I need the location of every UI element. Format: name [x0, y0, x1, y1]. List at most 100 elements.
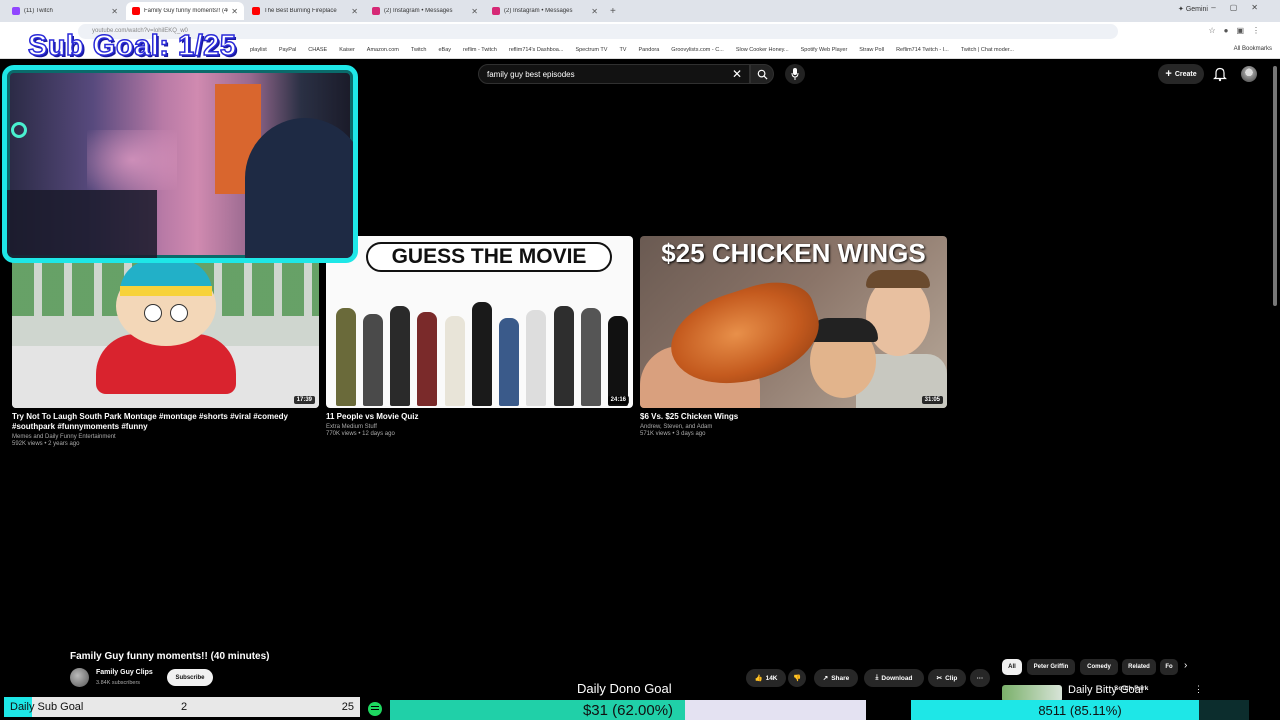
video-thumbnail[interactable]: $25 CHICKEN WINGS 31:05: [640, 236, 947, 408]
close-icon[interactable]: ✕: [471, 7, 478, 16]
clear-search-icon[interactable]: ✕: [732, 67, 742, 81]
browser-tab-twitch[interactable]: (11) Twitch ✕: [6, 2, 124, 20]
search-button[interactable]: [750, 64, 774, 84]
daily-goal-bar: 8511 (85.11%): [911, 700, 1249, 720]
channel-name[interactable]: Memes and Daily Funny Entertainment: [12, 434, 319, 440]
close-icon[interactable]: ✕: [231, 7, 238, 16]
extension-icons[interactable]: ☆●▣⋮: [1208, 26, 1268, 35]
webcam-led-ring: [11, 122, 27, 138]
sub-goal-label: Daily Sub Goal: [10, 701, 84, 713]
sub-goal-target: 25: [341, 701, 354, 713]
dono-goal-value: $31 (62.00%): [582, 702, 674, 719]
video-title[interactable]: Try Not To Laugh South Park Montage #mon…: [12, 412, 312, 432]
browser-tab-instagram[interactable]: (2) Instagram • Messages ✕: [366, 2, 484, 20]
close-icon[interactable]: ✕: [111, 7, 118, 16]
more-actions-button[interactable]: ···: [970, 669, 990, 687]
page-scrollbar[interactable]: [1273, 62, 1278, 702]
webcam-light: [87, 130, 177, 190]
bookmark-item[interactable]: TV: [619, 47, 626, 53]
dislike-button[interactable]: 👎: [788, 669, 806, 687]
clip-button[interactable]: ✂ Clip: [928, 669, 966, 687]
thumbs-up-icon: 👍: [754, 675, 763, 682]
sub-goal-bar: Daily Sub Goal 2 25: [4, 697, 360, 717]
channel-avatar[interactable]: [70, 668, 89, 687]
notifications-bell-icon[interactable]: [1213, 66, 1227, 82]
scrollbar-thumb[interactable]: [1273, 66, 1277, 306]
tab-label: (2) Instagram • Messages: [504, 8, 573, 14]
bookmark-item[interactable]: playlist: [250, 47, 267, 53]
bookmark-item[interactable]: Groovylists.com - C...: [671, 47, 724, 53]
chip-peter-griffin[interactable]: Peter Griffin: [1027, 659, 1075, 675]
subscribe-button[interactable]: Subscribe: [167, 669, 213, 686]
video-card[interactable]: 17:39 Try Not To Laugh South Park Montag…: [12, 236, 319, 447]
more-vertical-icon[interactable]: ⋮: [1194, 684, 1203, 695]
bookmark-item[interactable]: reflim714's Dashboa...: [509, 47, 564, 53]
instagram-icon: [492, 7, 500, 15]
channel-name[interactable]: Andrew, Steven, and Adam: [640, 424, 947, 430]
search-icon: [757, 69, 768, 80]
gemini-button[interactable]: ✦ Gemini: [1178, 5, 1208, 13]
bookmark-item[interactable]: PayPal: [279, 47, 296, 53]
window-controls[interactable]: –▢✕: [1211, 3, 1272, 12]
chip-all[interactable]: All: [1002, 659, 1022, 675]
spotify-icon: [368, 702, 382, 716]
video-meta: 770K views • 12 days ago: [326, 431, 395, 437]
thumbnail-banner: $25 CHICKEN WINGS: [661, 238, 926, 268]
bookmark-item[interactable]: Spotify Web Player: [801, 47, 848, 53]
bookmark-item[interactable]: Amazon.com: [367, 47, 399, 53]
tab-label: The Best Burning Fireplace: [264, 8, 337, 14]
create-button[interactable]: + Create: [1158, 64, 1204, 84]
browser-tab-fireplace[interactable]: The Best Burning Fireplace ✕: [246, 2, 364, 20]
cartman-hat-band: [120, 286, 212, 296]
sub-goal-title: Sub Goal: 1/25: [27, 29, 237, 63]
bookmark-item[interactable]: Kaiser: [339, 47, 355, 53]
like-button[interactable]: 👍 14K: [746, 669, 786, 687]
video-title[interactable]: $6 Vs. $25 Chicken Wings: [640, 412, 940, 422]
bookmark-item[interactable]: reflim - Twitch: [463, 47, 497, 53]
sub-goal-current: 2: [181, 701, 188, 713]
channel-name[interactable]: Extra Medium Stuff: [326, 424, 633, 430]
bookmark-item[interactable]: Twitch | Chat moder...: [961, 47, 1014, 53]
bookmark-item[interactable]: Pandora: [638, 47, 659, 53]
close-icon[interactable]: ✕: [591, 7, 598, 16]
channel-name[interactable]: Family Guy Clips: [96, 669, 153, 676]
bookmark-item[interactable]: CHASE: [308, 47, 327, 53]
browser-tab-youtube-active[interactable]: Family Guy funny moments!! (40 ✕: [126, 2, 244, 20]
all-bookmarks-button[interactable]: All Bookmarks: [1234, 46, 1272, 52]
bookmark-item[interactable]: Spectrum TV: [575, 47, 607, 53]
chevron-right-icon[interactable]: ›: [1184, 660, 1187, 671]
tab-label: Family Guy funny moments!! (40: [144, 8, 229, 14]
close-icon[interactable]: ✕: [351, 7, 358, 16]
video-card[interactable]: $25 CHICKEN WINGS 31:05 $6 Vs. $25 Chick…: [640, 236, 947, 437]
gemini-label: Gemini: [1185, 6, 1208, 13]
subscriber-count: 3.84K subscribers: [96, 680, 141, 686]
microphone-icon: [791, 68, 799, 80]
webcam-overlay: [2, 65, 358, 263]
video-title[interactable]: 11 People vs Movie Quiz: [326, 412, 626, 422]
video-card[interactable]: GUESS THE MOVIE 24:16 11 People vs Movie…: [326, 236, 633, 437]
download-button[interactable]: ⤓ Download: [864, 669, 924, 687]
voice-search-button[interactable]: [785, 64, 805, 84]
new-tab-button[interactable]: +: [610, 6, 616, 17]
browser-tab-instagram-2[interactable]: (2) Instagram • Messages ✕: [486, 2, 604, 20]
now-playing-title: Family Guy funny moments!! (40 minutes): [70, 651, 270, 662]
tab-label: (11) Twitch: [24, 8, 53, 14]
share-button[interactable]: ↗ Share: [814, 669, 858, 687]
daily-goal-value: 8511 (85.11%): [1038, 703, 1122, 718]
account-avatar[interactable]: [1241, 66, 1257, 82]
thumbnail-people: [332, 282, 632, 406]
chip-related[interactable]: Related: [1122, 659, 1156, 675]
more-icon: ···: [976, 674, 984, 682]
bookmark-item[interactable]: Slow Cooker Honey...: [736, 47, 789, 53]
bookmark-item[interactable]: eBay: [439, 47, 452, 53]
video-thumbnail[interactable]: GUESS THE MOVIE 24:16: [326, 236, 633, 408]
thumbnail-hair: [866, 270, 930, 288]
search-input[interactable]: family guy best episodes: [478, 64, 750, 84]
browser-tab-bar: (11) Twitch ✕ Family Guy funny moments!!…: [0, 0, 1280, 22]
bookmark-item[interactable]: Reflim714 Twitch - I...: [896, 47, 949, 53]
chip-more[interactable]: Fo: [1160, 659, 1178, 675]
bookmark-item[interactable]: Twitch: [411, 47, 427, 53]
clip-label: Clip: [945, 674, 958, 682]
chip-comedy[interactable]: Comedy: [1080, 659, 1118, 675]
bookmark-item[interactable]: Straw Poll: [859, 47, 884, 53]
